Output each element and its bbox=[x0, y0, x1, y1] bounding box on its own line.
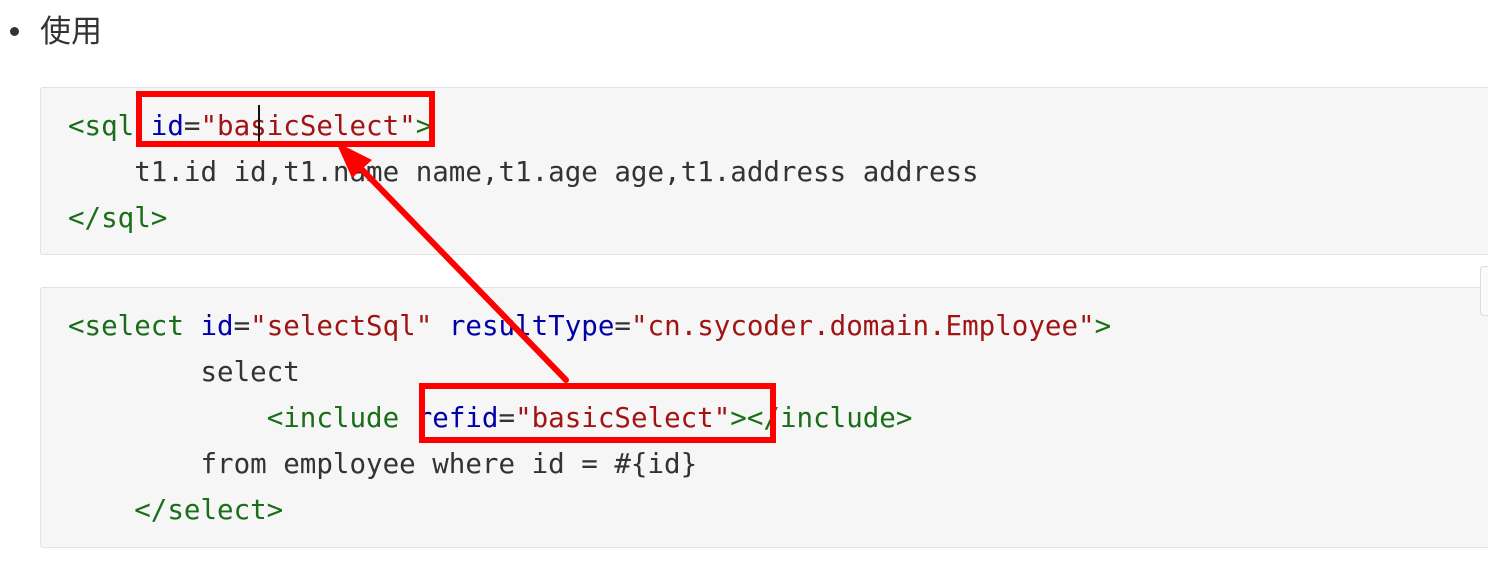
annotation-overlay bbox=[336, 142, 569, 383]
annotation-arrow-line bbox=[341, 148, 569, 383]
